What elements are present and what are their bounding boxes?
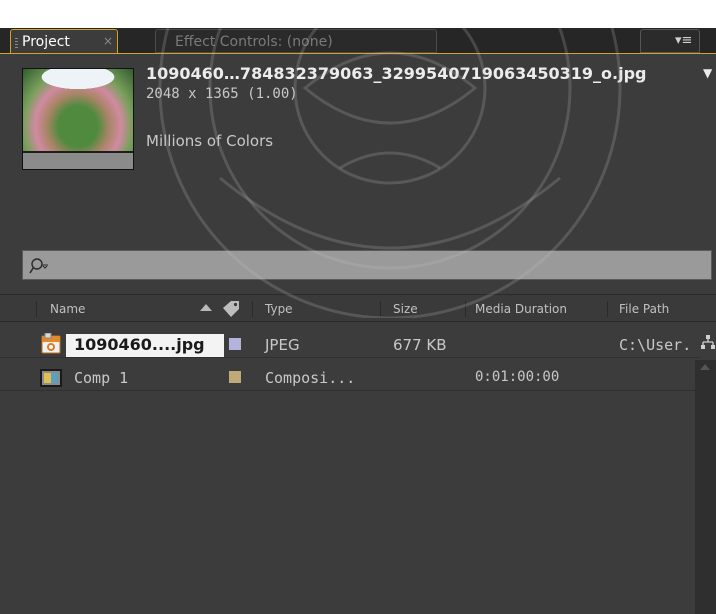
network-flow-icon[interactable]	[700, 334, 716, 350]
asset-color-depth: Millions of Colors	[146, 132, 274, 150]
search-icon[interactable]	[29, 257, 49, 275]
selected-name-cell[interactable]: 1090460....jpg	[66, 334, 224, 357]
tab-effect-controls-label: Effect Controls: (none)	[175, 34, 333, 50]
column-separator[interactable]	[36, 301, 37, 317]
row-size: 677 KB	[393, 336, 447, 354]
panel-menu-button[interactable]: ▾≡	[640, 29, 700, 53]
tab-grip-icon[interactable]	[15, 38, 18, 48]
table-row[interactable]: 1090460....jpg JPEG 677 KB C:\User.	[0, 333, 700, 358]
asset-thumbnail	[22, 68, 134, 170]
row-type: Composi...	[265, 369, 356, 387]
tab-project-label: Project	[22, 34, 70, 50]
project-panel: Project × Effect Controls: (none) ▾≡ 109…	[0, 28, 716, 614]
column-separator[interactable]	[380, 301, 381, 317]
row-type: JPEG	[265, 336, 300, 354]
tab-close-icon[interactable]: ×	[103, 34, 113, 48]
row-media-duration: 0:01:00:00	[475, 369, 560, 385]
column-separator[interactable]	[607, 301, 608, 317]
label-tag-icon[interactable]	[220, 299, 242, 319]
search-input[interactable]	[57, 255, 701, 277]
column-size[interactable]: Size	[393, 302, 418, 316]
scroll-up-icon[interactable]	[700, 364, 710, 370]
row-file-path: C:\User.	[619, 336, 692, 354]
column-separator[interactable]	[252, 301, 253, 317]
column-header: Name Type Size Media Duration File Path	[0, 294, 716, 322]
row-name: Comp 1	[74, 369, 129, 387]
column-type[interactable]: Type	[265, 302, 293, 316]
tab-project[interactable]: Project ×	[10, 29, 118, 54]
jpg-file-icon	[41, 333, 61, 354]
thumbnail-image	[23, 69, 133, 151]
label-color-swatch[interactable]	[229, 338, 241, 350]
search-field[interactable]	[22, 250, 712, 280]
column-separator[interactable]	[465, 301, 466, 317]
asset-dimensions: 2048 x 1365 (1.00)	[146, 86, 298, 102]
vertical-scrollbar[interactable]	[695, 360, 716, 614]
active-tab-underline	[0, 53, 716, 54]
asset-name: 1090460…784832379063_3299540719063450319…	[146, 64, 647, 83]
column-file-path[interactable]: File Path	[619, 302, 669, 316]
row-name: 1090460....jpg	[74, 335, 205, 354]
composition-icon	[40, 369, 62, 387]
tab-effect-controls[interactable]: Effect Controls: (none)	[155, 29, 437, 53]
thumbnail-footer	[23, 153, 133, 169]
asset-dropdown-icon[interactable]: ▼	[703, 66, 712, 80]
table-row[interactable]: Comp 1 Composi... 0:01:00:00	[0, 366, 700, 391]
sort-ascending-icon[interactable]	[200, 304, 212, 311]
column-name[interactable]: Name	[50, 302, 85, 316]
panel-menu-icon: ▾≡	[675, 33, 693, 48]
panel-tab-bar: Project × Effect Controls: (none) ▾≡	[0, 28, 716, 54]
label-color-swatch[interactable]	[229, 371, 241, 383]
column-media-duration[interactable]: Media Duration	[475, 302, 567, 316]
